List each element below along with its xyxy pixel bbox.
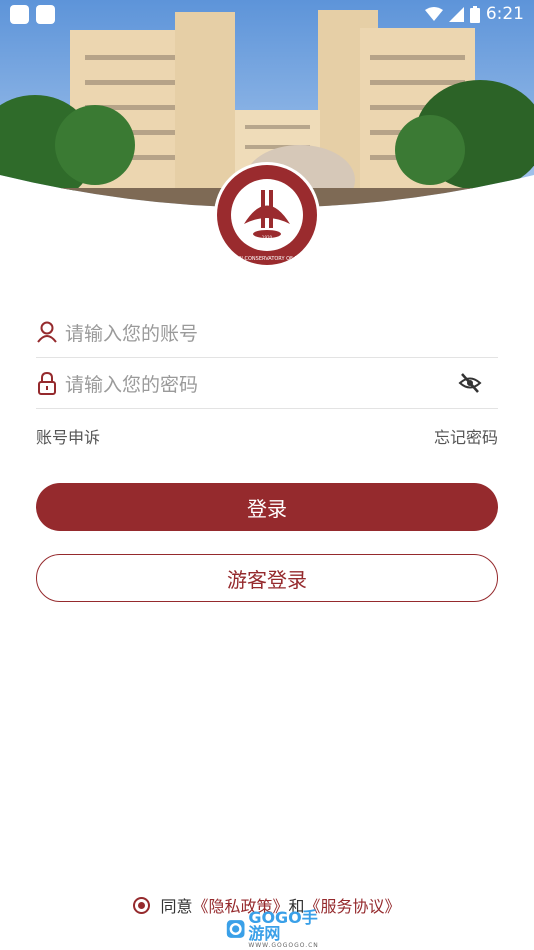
- agree-prefix: 同意: [160, 897, 193, 916]
- watermark: GOGO手游网 WWW.GOGOGO.CN: [226, 909, 330, 949]
- account-field[interactable]: 请输入您的账号: [36, 307, 498, 358]
- status-bar: 6:21: [0, 0, 534, 28]
- logo-ring-text: WUHAN CONSERVATORY OF MUSIC: [223, 256, 311, 262]
- lock-icon: [36, 370, 58, 396]
- app-notification-icon: [36, 4, 55, 24]
- status-time: 6:21: [485, 4, 524, 24]
- forgot-password-link[interactable]: 忘记密码: [434, 424, 498, 447]
- wifi-icon: [424, 6, 443, 21]
- password-placeholder: 请输入您的密码: [65, 373, 199, 396]
- account-appeal-link[interactable]: 账号申诉: [36, 424, 100, 447]
- watermark-logo-icon: [226, 920, 245, 938]
- school-logo: 1920 WUHAN CONSERVATORY OF MUSIC: [214, 162, 320, 268]
- account-placeholder: 请输入您的账号: [65, 322, 199, 345]
- notification-icons: [10, 4, 55, 24]
- watermark-brand: GOGO手游网: [248, 907, 318, 943]
- guest-login-button[interactable]: 游客登录: [36, 554, 498, 602]
- app-notification-icon: [10, 4, 29, 24]
- hide-password-icon[interactable]: [458, 371, 482, 395]
- watermark-url: WWW.GOGOGO.CN: [248, 941, 319, 949]
- user-icon: [36, 319, 58, 345]
- password-field[interactable]: 请输入您的密码: [36, 358, 498, 409]
- login-button[interactable]: 登录: [36, 483, 498, 531]
- agree-radio[interactable]: [133, 896, 151, 914]
- logo-year: 1920: [262, 235, 273, 240]
- cellular-signal-icon: [448, 6, 464, 22]
- battery-icon: [469, 5, 480, 23]
